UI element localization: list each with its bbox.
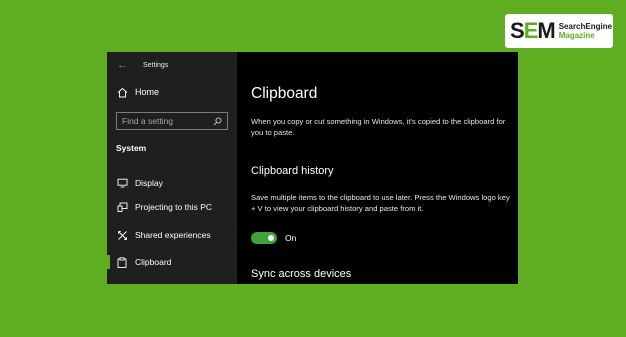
clipboard-history-toggle[interactable] [251, 232, 277, 244]
clipboard-icon [116, 256, 128, 268]
brand-logo-mark: SEM [510, 18, 556, 43]
sidebar-item-label: Projecting to this PC [135, 202, 213, 212]
clipboard-history-toggle-row: On [251, 232, 296, 244]
sync-heading: Sync across devices [251, 268, 352, 280]
sidebar-item-projecting[interactable]: Projecting to this PC [107, 197, 237, 217]
brand-logo-letter: S [510, 18, 525, 43]
settings-window: ← Settings Home System Display [107, 52, 518, 284]
projector-icon [116, 201, 128, 213]
title-bar: ← Settings [117, 57, 168, 73]
clipboard-history-description: Save multiple items to the clipboard to … [251, 193, 510, 213]
main-content: Clipboard When you copy or cut something… [237, 52, 518, 284]
sidebar-item-label: Shared experiences [135, 230, 211, 240]
intro-text: When you copy or cut something in Window… [251, 117, 506, 137]
brand-logo-letter: M [537, 18, 555, 43]
active-indicator [107, 255, 110, 269]
sidebar-item-shared-experiences[interactable]: Shared experiences [107, 225, 237, 245]
sidebar-section-title: System [116, 143, 147, 153]
brand-line-2: Magazine [558, 31, 595, 40]
monitor-icon [116, 177, 128, 189]
sidebar-item-clipboard[interactable]: Clipboard [107, 252, 237, 272]
brand-line-1: SearchEngine [558, 22, 613, 31]
sidebar-item-home[interactable]: Home [116, 86, 159, 98]
search-icon[interactable] [212, 116, 222, 126]
shared-experiences-icon [116, 229, 128, 241]
search-box[interactable] [116, 112, 228, 130]
toggle-knob [268, 235, 274, 241]
sidebar: ← Settings Home System Display [107, 52, 237, 284]
sidebar-item-label: Clipboard [135, 257, 172, 267]
home-icon [116, 86, 128, 98]
brand-logo: SEM SearchEngine Magazine [505, 14, 613, 48]
back-arrow-icon[interactable]: ← [117, 59, 131, 71]
brand-logo-letter: E [523, 18, 539, 43]
search-input[interactable] [122, 116, 212, 126]
window-title: Settings [143, 61, 169, 69]
clipboard-history-heading: Clipboard history [251, 165, 334, 177]
sidebar-item-display[interactable]: Display [107, 173, 237, 193]
sidebar-item-label: Home [135, 87, 160, 97]
sidebar-item-label: Display [135, 178, 163, 188]
toggle-state-label: On [285, 233, 297, 243]
page-title: Clipboard [251, 85, 318, 102]
brand-logo-text: SearchEngine Magazine [559, 22, 612, 40]
